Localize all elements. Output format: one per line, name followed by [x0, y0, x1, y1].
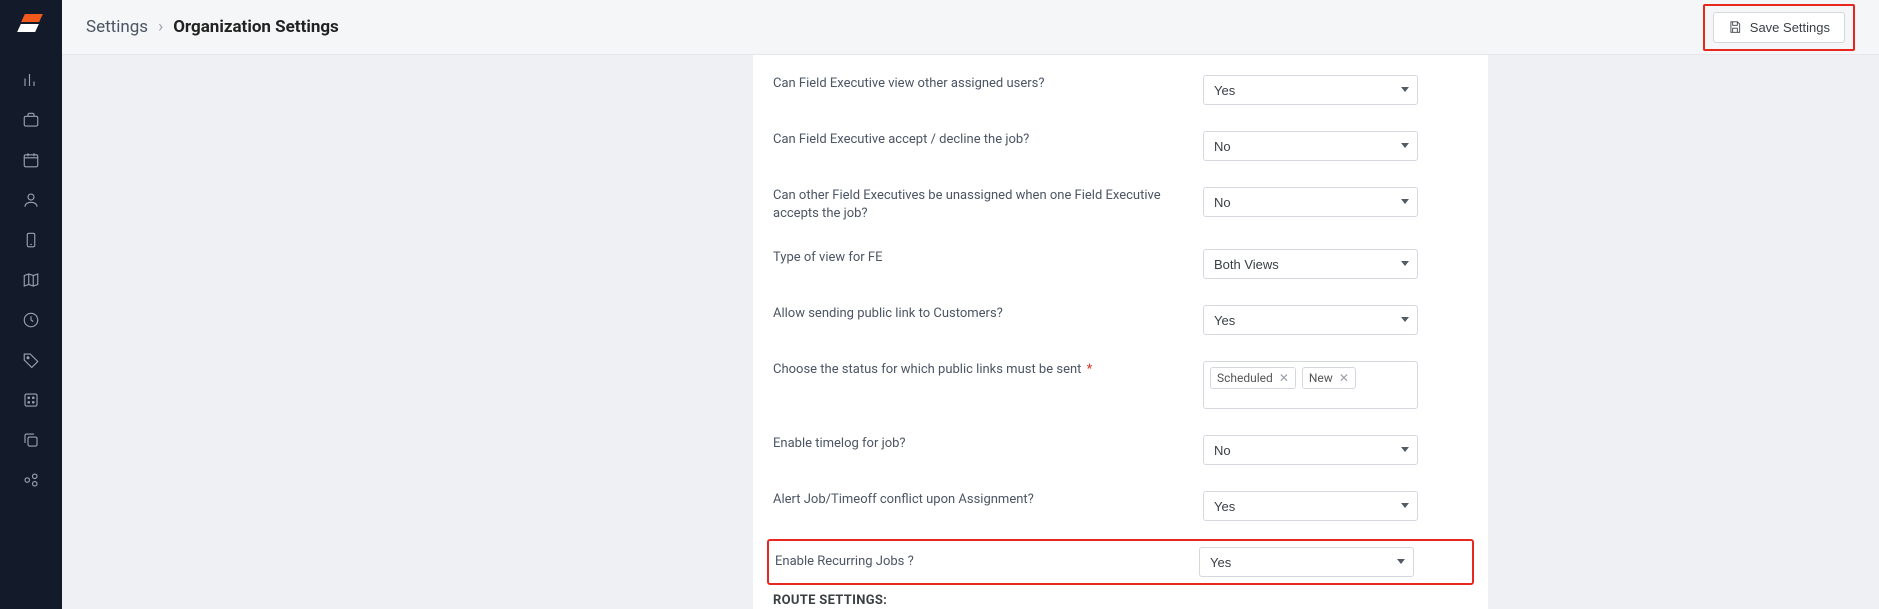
breadcrumb-current: Organization Settings: [173, 17, 339, 37]
status-tags-input[interactable]: Scheduled✕ New✕: [1203, 361, 1418, 409]
tag-icon: [22, 351, 40, 369]
breadcrumb-root[interactable]: Settings: [86, 17, 148, 37]
settings-panel: Can Field Executive view other assigned …: [753, 55, 1488, 609]
link-icon: [22, 471, 40, 489]
setting-row: Type of view for FE: [773, 243, 1468, 299]
breadcrumb: Settings › Organization Settings: [86, 17, 339, 37]
setting-label: Choose the status for which public links…: [773, 361, 1203, 379]
section-title-route: ROUTE SETTINGS:: [773, 593, 1468, 608]
setting-row: Can Field Executive view other assigned …: [773, 69, 1468, 125]
status-tag: Scheduled✕: [1210, 367, 1296, 389]
setting-row: Can other Field Executives be unassigned…: [773, 181, 1468, 243]
setting-label: Type of view for FE: [773, 249, 1203, 267]
phone-icon: [22, 231, 40, 249]
chevron-right-icon: ›: [158, 17, 163, 37]
save-highlight: Save Settings: [1703, 4, 1855, 51]
setting-row: Can Field Executive accept / decline the…: [773, 125, 1468, 181]
bar-chart-icon: [22, 71, 40, 89]
tag-remove-icon[interactable]: ✕: [1339, 372, 1349, 384]
briefcase-icon: [22, 111, 40, 129]
clock-icon: [22, 311, 40, 329]
setting-label: Can Field Executive accept / decline the…: [773, 131, 1203, 149]
map-icon: [22, 271, 40, 289]
nav-device[interactable]: [0, 220, 62, 260]
nav-time[interactable]: [0, 300, 62, 340]
page-header: Settings › Organization Settings Save Se…: [62, 0, 1879, 55]
setting-select-view-users[interactable]: [1203, 75, 1418, 105]
tag-remove-icon[interactable]: ✕: [1279, 372, 1289, 384]
setting-select-accept-decline[interactable]: [1203, 131, 1418, 161]
setting-row: Allow sending public link to Customers?: [773, 299, 1468, 355]
nav-copy[interactable]: [0, 420, 62, 460]
setting-select-timelog[interactable]: [1203, 435, 1418, 465]
calendar-icon: [22, 151, 40, 169]
setting-label: Alert Job/Timeoff conflict upon Assignme…: [773, 491, 1203, 509]
setting-select-public-link[interactable]: [1203, 305, 1418, 335]
setting-label: Enable timelog for job?: [773, 435, 1203, 453]
grid-icon: [22, 391, 40, 409]
required-asterisk: *: [1083, 362, 1092, 377]
save-icon: [1728, 20, 1742, 34]
content-area: Can Field Executive view other assigned …: [62, 55, 1879, 609]
nav-grid[interactable]: [0, 380, 62, 420]
setting-label: Can Field Executive view other assigned …: [773, 75, 1203, 93]
setting-row-recurring-highlight: Enable Recurring Jobs ?: [767, 539, 1474, 585]
nav-dashboard[interactable]: [0, 60, 62, 100]
user-icon: [22, 191, 40, 209]
app-logo: [17, 10, 45, 38]
setting-label: Enable Recurring Jobs ?: [775, 553, 1199, 571]
status-tag: New✕: [1302, 367, 1356, 389]
copy-icon: [22, 431, 40, 449]
setting-row: Alert Job/Timeoff conflict upon Assignme…: [773, 485, 1468, 541]
save-settings-button[interactable]: Save Settings: [1713, 12, 1845, 43]
nav-integrations[interactable]: [0, 460, 62, 500]
setting-label: Allow sending public link to Customers?: [773, 305, 1203, 323]
nav-users[interactable]: [0, 180, 62, 220]
setting-select-unassign[interactable]: [1203, 187, 1418, 217]
setting-select-conflict-alert[interactable]: [1203, 491, 1418, 521]
save-button-label: Save Settings: [1750, 20, 1830, 35]
nav-map[interactable]: [0, 260, 62, 300]
setting-select-recurring-jobs[interactable]: [1199, 547, 1414, 577]
setting-label: Can other Field Executives be unassigned…: [773, 187, 1203, 223]
setting-row: Choose the status for which public links…: [773, 355, 1468, 429]
nav-jobs[interactable]: [0, 100, 62, 140]
nav-calendar[interactable]: [0, 140, 62, 180]
sidebar: [0, 0, 62, 609]
nav-tags[interactable]: [0, 340, 62, 380]
setting-row: Enable timelog for job?: [773, 429, 1468, 485]
setting-select-view-type[interactable]: [1203, 249, 1418, 279]
